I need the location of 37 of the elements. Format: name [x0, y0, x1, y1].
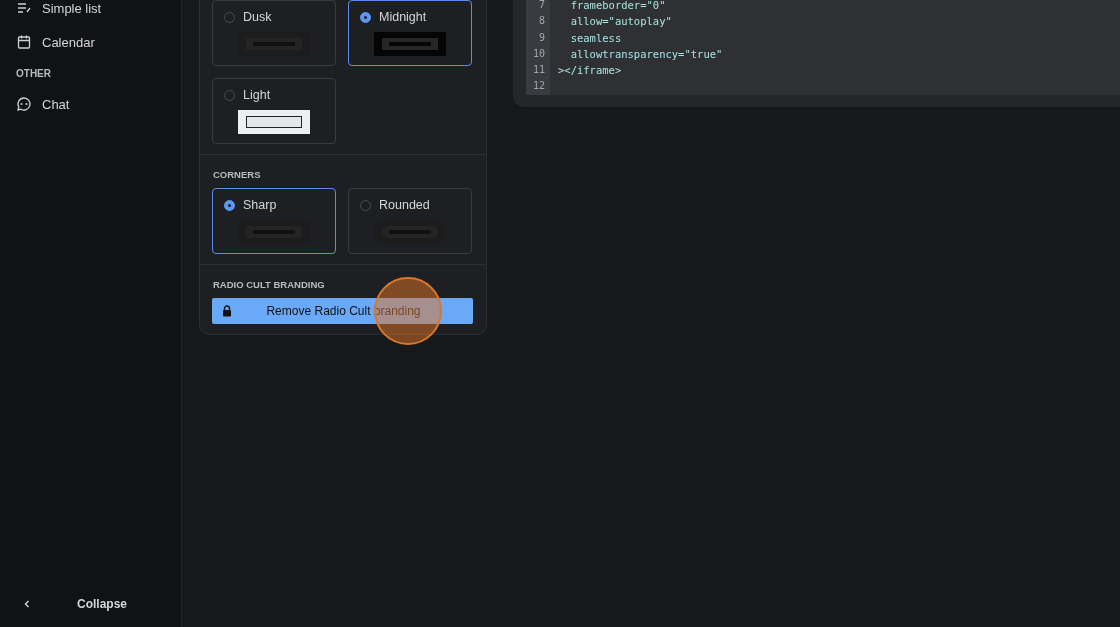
- collapse-button[interactable]: Collapse: [16, 597, 165, 611]
- line-number: 11: [531, 63, 546, 78]
- option-label: Dusk: [243, 10, 272, 24]
- code-line: allowtransparency="true": [569, 46, 723, 62]
- code-line: ></iframe>: [558, 63, 623, 79]
- option-card[interactable]: Dusk: [212, 0, 336, 66]
- code-line: seamless: [569, 30, 623, 46]
- code-line: frameborder="0": [569, 0, 667, 13]
- option-label: Midnight: [379, 10, 427, 24]
- option-card[interactable]: Sharp: [212, 188, 336, 254]
- option-label: Rounded: [379, 198, 430, 212]
- chat-icon: [16, 96, 32, 112]
- option-label: Light: [243, 88, 271, 102]
- line-number: 7: [537, 0, 546, 12]
- option-label: Sharp: [243, 198, 277, 212]
- section-heading: OTHER: [16, 68, 52, 79]
- radio-button[interactable]: [360, 11, 371, 23]
- line-number: 9: [537, 30, 546, 45]
- lock-icon: [222, 305, 232, 317]
- sidebar-item[interactable]: Simple list: [16, 0, 165, 19]
- sidebar-item[interactable]: Chat: [16, 93, 165, 115]
- code-line: allow="autoplay": [569, 14, 673, 30]
- sidebar-item[interactable]: Calendar: [16, 31, 165, 53]
- style-preview: [374, 32, 446, 56]
- section-heading: RADIO CULT BRANDING: [213, 279, 326, 290]
- line-number: 8: [537, 14, 546, 29]
- option-card[interactable]: Rounded: [348, 188, 472, 254]
- line-number: 10: [531, 46, 546, 61]
- option-card[interactable]: Midnight: [348, 0, 472, 66]
- option-card[interactable]: Light: [212, 78, 336, 144]
- section-heading: CORNERS: [213, 169, 262, 180]
- list-icon: [16, 0, 32, 16]
- radio-button[interactable]: [224, 199, 235, 211]
- calendar-icon: [16, 34, 32, 50]
- line-number: 12: [531, 79, 546, 94]
- chevron-left-icon: [22, 599, 32, 609]
- style-preview: [238, 110, 310, 134]
